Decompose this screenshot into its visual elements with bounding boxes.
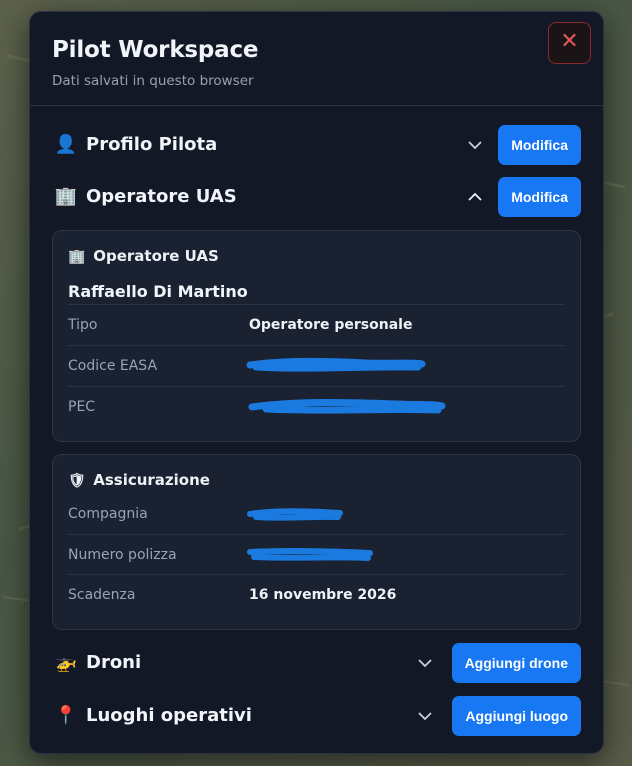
kv-label: Numero polizza bbox=[68, 547, 177, 563]
section-title: Operatore UAS bbox=[86, 186, 237, 207]
chevron-up-icon[interactable] bbox=[466, 188, 484, 206]
helicopter-icon: 🚁 bbox=[54, 652, 78, 673]
kv-label: Compagnia bbox=[68, 506, 148, 522]
section-profilo-pilota[interactable]: 👤 Profilo Pilota Modifica bbox=[52, 125, 581, 165]
redaction-scribble bbox=[247, 547, 373, 561]
kv-row-pec: PEC bbox=[68, 386, 565, 426]
kv-value: Operatore personale bbox=[249, 317, 413, 333]
section-luoghi-operativi[interactable]: 📍 Luoghi operativi Aggiungi luogo bbox=[52, 696, 581, 736]
section-title: Droni bbox=[86, 652, 142, 673]
building-icon: 🏢 bbox=[54, 186, 78, 207]
kv-row-scadenza: Scadenza 16 novembre 2026 bbox=[68, 574, 565, 614]
kv-label: Tipo bbox=[68, 317, 98, 333]
section-operatore-uas[interactable]: 🏢 Operatore UAS Modifica bbox=[52, 177, 581, 217]
close-button[interactable]: ✕ bbox=[548, 22, 591, 64]
edit-operatore-button[interactable]: Modifica bbox=[498, 177, 581, 217]
kv-label: PEC bbox=[68, 399, 96, 415]
kv-row-codice-easa: Codice EASA bbox=[68, 345, 565, 385]
pin-icon: 📍 bbox=[54, 705, 78, 726]
operator-card: 🏢 Operatore UAS Raffaello Di Martino Tip… bbox=[52, 230, 581, 442]
card-heading-text: Operatore UAS bbox=[93, 247, 219, 265]
section-title: Profilo Pilota bbox=[86, 134, 218, 155]
kv-row-compagnia: Compagnia bbox=[68, 494, 565, 534]
add-location-button[interactable]: Aggiungi luogo bbox=[452, 696, 581, 736]
section-droni[interactable]: 🚁 Droni Aggiungi drone bbox=[52, 643, 581, 683]
chevron-down-icon[interactable] bbox=[416, 654, 434, 672]
redaction-scribble bbox=[247, 508, 343, 521]
edit-profilo-button[interactable]: Modifica bbox=[498, 125, 581, 165]
kv-value: 16 novembre 2026 bbox=[249, 587, 397, 603]
insurance-card: 🛡 Assicurazione Compagnia Numero polizza… bbox=[52, 454, 581, 630]
redaction-scribble bbox=[246, 357, 426, 372]
close-icon: ✕ bbox=[560, 29, 579, 54]
section-title: Luoghi operativi bbox=[86, 705, 252, 726]
panel-subtitle: Dati salvati in questo browser bbox=[52, 73, 254, 89]
panel-title: Pilot Workspace bbox=[52, 37, 259, 63]
shield-icon: 🛡 bbox=[68, 473, 86, 489]
building-icon: 🏢 bbox=[68, 249, 86, 265]
pilot-workspace-panel: Pilot Workspace Dati salvati in questo b… bbox=[29, 11, 604, 754]
kv-row-numero-polizza: Numero polizza bbox=[68, 534, 565, 574]
kv-label: Scadenza bbox=[68, 587, 136, 603]
chevron-down-icon[interactable] bbox=[416, 707, 434, 725]
card-heading: 🏢 Operatore UAS bbox=[68, 247, 219, 265]
person-icon: 👤 bbox=[54, 134, 78, 155]
operator-name: Raffaello Di Martino bbox=[68, 282, 248, 301]
card-heading: 🛡 Assicurazione bbox=[68, 471, 210, 489]
card-heading-text: Assicurazione bbox=[93, 471, 210, 489]
redaction-scribble bbox=[248, 398, 446, 414]
panel-header: Pilot Workspace Dati salvati in questo b… bbox=[30, 12, 603, 106]
add-drone-button[interactable]: Aggiungi drone bbox=[451, 643, 581, 683]
chevron-down-icon[interactable] bbox=[466, 136, 484, 154]
kv-row-tipo: Tipo Operatore personale bbox=[68, 304, 565, 344]
kv-label: Codice EASA bbox=[68, 358, 158, 374]
